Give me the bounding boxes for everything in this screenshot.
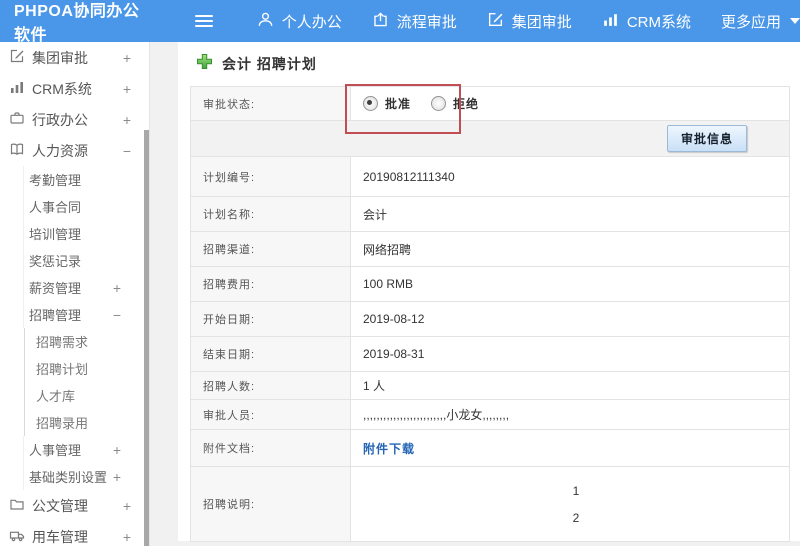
expand-icon[interactable]: + xyxy=(123,529,131,545)
sidebar-item-recruitment-plan[interactable]: 招聘计划 xyxy=(24,355,149,382)
radio-option-approve[interactable]: 批准 xyxy=(363,95,411,112)
sidebar: 集团审批 + CRM系统 + 行政办公 + 人力资源 − 考勤管理 人事合同 培… xyxy=(0,42,150,546)
field-row-plan-name: 计划名称: 会计 xyxy=(191,197,789,232)
add-plus-icon xyxy=(196,53,222,75)
field-row-headcount: 招聘人数: 1 人 xyxy=(191,372,789,400)
page-title: 会计 招聘计划 xyxy=(222,56,317,72)
approval-status-radio-group: 批准 拒绝 xyxy=(363,95,499,112)
expand-icon[interactable]: + xyxy=(123,112,131,128)
folder-icon xyxy=(9,496,32,515)
bar-chart-icon xyxy=(9,79,32,98)
nav-item-label: 个人办公 xyxy=(281,13,342,31)
expand-icon[interactable]: + xyxy=(113,280,121,296)
approval-button-row: 审批信息 xyxy=(191,121,789,157)
nav-item-crm[interactable]: CRM系统 xyxy=(602,11,691,32)
nav-item-group-approval[interactable]: 集团审批 xyxy=(487,11,572,32)
sidebar-item-reward-punishment[interactable]: 奖惩记录 xyxy=(23,247,149,274)
page-title-row: 会计 招聘计划 xyxy=(196,53,317,75)
book-icon xyxy=(9,141,32,160)
sidebar-item-recruitment-hire[interactable]: 招聘录用 xyxy=(24,409,149,436)
sidebar-item-crm[interactable]: CRM系统 + xyxy=(0,73,149,104)
nav-item-more-apps[interactable]: 更多应用 xyxy=(721,11,800,32)
radio-option-reject[interactable]: 拒绝 xyxy=(431,95,479,112)
field-row-approval-status: 审批状态: 批准 拒绝 xyxy=(191,87,789,121)
approval-info-button[interactable]: 审批信息 xyxy=(666,125,747,152)
sidebar-item-document-mgmt[interactable]: 公文管理 + xyxy=(0,490,149,521)
edit-square-icon xyxy=(9,48,32,67)
main-content-area: 会计 招聘计划 审批状态: 批准 拒绝 审批信息 计划编号: 201908121… xyxy=(150,42,800,546)
user-icon xyxy=(257,11,282,32)
sidebar-item-training[interactable]: 培训管理 xyxy=(23,220,149,247)
nav-item-personal-office[interactable]: 个人办公 xyxy=(257,11,342,32)
field-value: 网络招聘 xyxy=(363,242,412,257)
recruitment-plan-detail-table: 审批状态: 批准 拒绝 审批信息 计划编号: 20190812111340 计划… xyxy=(190,86,790,542)
expand-icon[interactable]: + xyxy=(123,81,131,97)
truck-icon xyxy=(9,527,32,546)
field-row-attachment: 附件文档: 附件下载 xyxy=(191,430,789,467)
radio-button-icon[interactable] xyxy=(431,96,447,111)
sidebar-item-recruitment-need[interactable]: 招聘需求 xyxy=(24,328,149,355)
field-value: 2019-08-31 xyxy=(363,347,425,361)
collapse-icon[interactable]: − xyxy=(123,143,131,159)
field-value: 1 人 xyxy=(363,379,386,393)
nav-item-label: 更多应用 xyxy=(720,13,781,31)
expand-icon[interactable]: + xyxy=(113,442,121,458)
expand-icon[interactable]: + xyxy=(113,469,121,485)
sidebar-scrollbar[interactable] xyxy=(144,130,149,546)
field-row-recruit-cost: 招聘费用: 100 RMB xyxy=(191,267,789,302)
expand-icon[interactable]: + xyxy=(123,498,131,514)
field-row-start-date: 开始日期: 2019-08-12 xyxy=(191,302,789,337)
hamburger-menu-icon[interactable] xyxy=(194,12,213,30)
field-label: 审批状态: xyxy=(191,87,351,120)
description-line: 1 xyxy=(572,483,580,498)
radio-button-selected-icon[interactable] xyxy=(363,96,378,111)
field-row-recruit-channel: 招聘渠道: 网络招聘 xyxy=(191,232,789,267)
field-value: 2019-08-12 xyxy=(363,312,425,326)
content-panel: 会计 招聘计划 审批状态: 批准 拒绝 审批信息 计划编号: 201908121… xyxy=(178,42,800,542)
nav-item-label: CRM系统 xyxy=(626,13,691,31)
top-navigation-bar: PHPOA协同办公软件 个人办公 流程审批 集团审批 CRM系统 更多应用 xyxy=(0,0,800,44)
sidebar-item-salary[interactable]: 薪资管理 + xyxy=(23,274,149,301)
sidebar-item-hr[interactable]: 人力资源 − xyxy=(0,135,149,166)
description-line: 2 xyxy=(572,510,580,525)
nav-item-label: 流程审批 xyxy=(396,13,457,31)
field-value: ,,,,,,,,,,,,,,,,,,,,,,,,,小龙女,,,,,,,, xyxy=(363,408,510,422)
field-row-plan-number: 计划编号: 20190812111340 xyxy=(191,157,789,197)
expand-icon[interactable]: + xyxy=(123,50,131,66)
sidebar-item-group-approval[interactable]: 集团审批 + xyxy=(0,42,149,73)
sidebar-item-admin-office[interactable]: 行政办公 + xyxy=(0,104,149,135)
field-value: 20190812111340 xyxy=(363,169,455,184)
sidebar-item-recruitment-mgmt[interactable]: 招聘管理 − xyxy=(23,301,149,328)
app-logo: PHPOA协同办公软件 xyxy=(14,3,140,44)
sidebar-item-vehicle-mgmt[interactable]: 用车管理 + xyxy=(0,521,149,546)
top-nav: 个人办公 流程审批 集团审批 CRM系统 更多应用 xyxy=(227,11,800,32)
field-value: 100 RMB xyxy=(363,277,414,291)
sidebar-item-personnel-mgmt[interactable]: 人事管理 + xyxy=(23,436,149,463)
field-row-end-date: 结束日期: 2019-08-31 xyxy=(191,337,789,372)
briefcase-icon xyxy=(9,110,32,129)
field-row-approvers: 审批人员: ,,,,,,,,,,,,,,,,,,,,,,,,,小龙女,,,,,,… xyxy=(191,400,789,430)
field-row-description: 招聘说明: 1 2 xyxy=(191,467,789,542)
attachment-download-link[interactable]: 附件下载 xyxy=(363,440,415,457)
field-value: 会计 xyxy=(363,207,388,222)
bar-chart-icon xyxy=(602,11,627,32)
nav-item-workflow-approval[interactable]: 流程审批 xyxy=(372,11,457,32)
sidebar-item-hr-contract[interactable]: 人事合同 xyxy=(23,193,149,220)
edit-square-icon xyxy=(487,11,512,32)
nav-item-label: 集团审批 xyxy=(511,13,572,31)
sidebar-item-talent-pool[interactable]: 人才库 xyxy=(24,382,149,409)
upload-icon xyxy=(372,11,397,32)
caret-down-icon xyxy=(790,18,800,24)
sidebar-item-base-category-settings[interactable]: 基础类别设置 + xyxy=(23,463,149,490)
collapse-icon[interactable]: − xyxy=(113,307,121,323)
sidebar-item-attendance[interactable]: 考勤管理 xyxy=(23,166,149,193)
